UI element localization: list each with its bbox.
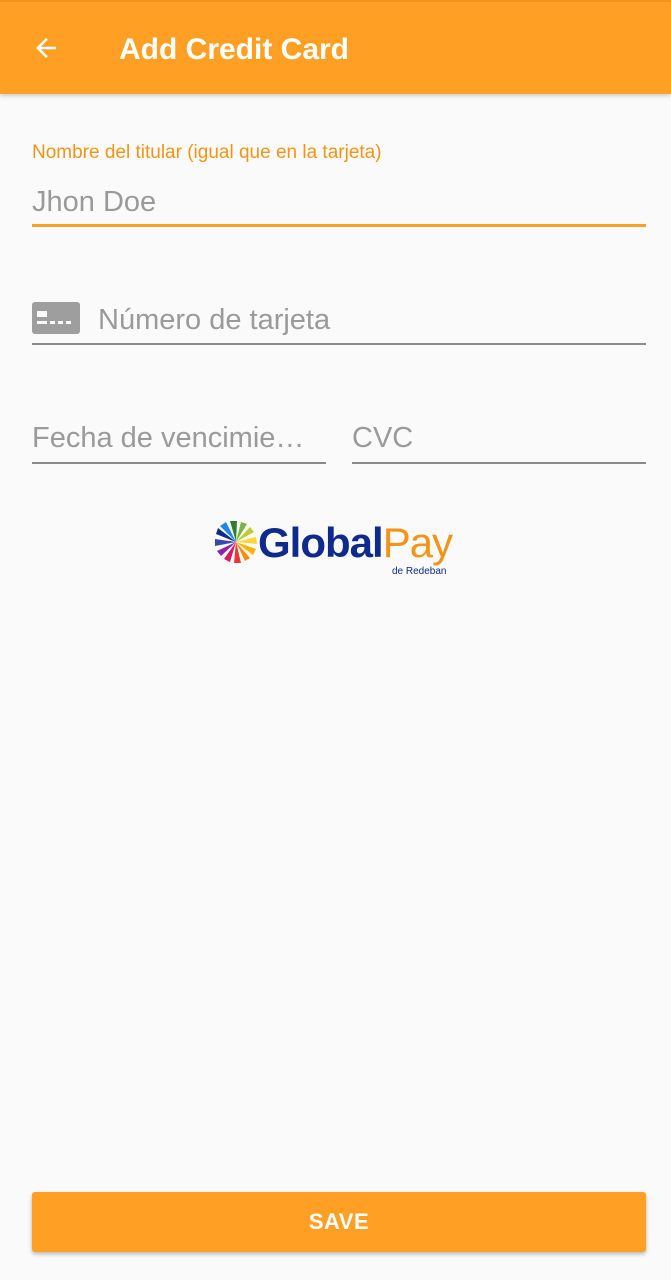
globalpay-logo: GlobalPay de Redeban	[214, 518, 466, 578]
cvc-input[interactable]	[352, 418, 646, 458]
card-number-underline	[32, 343, 646, 345]
page-title: Add Credit Card	[119, 33, 350, 66]
card-number-input[interactable]	[98, 300, 646, 340]
cvc-underline	[352, 462, 646, 464]
logo-text-pay: Pay	[382, 519, 453, 566]
holder-name-label: Nombre del titular (igual que en la tarj…	[32, 142, 382, 163]
logo-subtitle: de Redeban	[392, 566, 447, 577]
credit-card-icon	[32, 302, 80, 334]
back-button[interactable]	[24, 26, 68, 70]
save-button[interactable]: SAVE	[32, 1192, 646, 1252]
holder-name-underline	[32, 224, 646, 227]
arrow-left-icon	[36, 38, 56, 58]
holder-name-input[interactable]	[32, 182, 646, 222]
expiry-input[interactable]: Fecha de vencimie…	[32, 418, 326, 458]
logo-text-global: Global	[258, 519, 384, 566]
globalpay-mark-icon	[215, 521, 257, 563]
expiry-underline	[32, 462, 326, 464]
app-bar: Add Credit Card	[0, 0, 671, 94]
